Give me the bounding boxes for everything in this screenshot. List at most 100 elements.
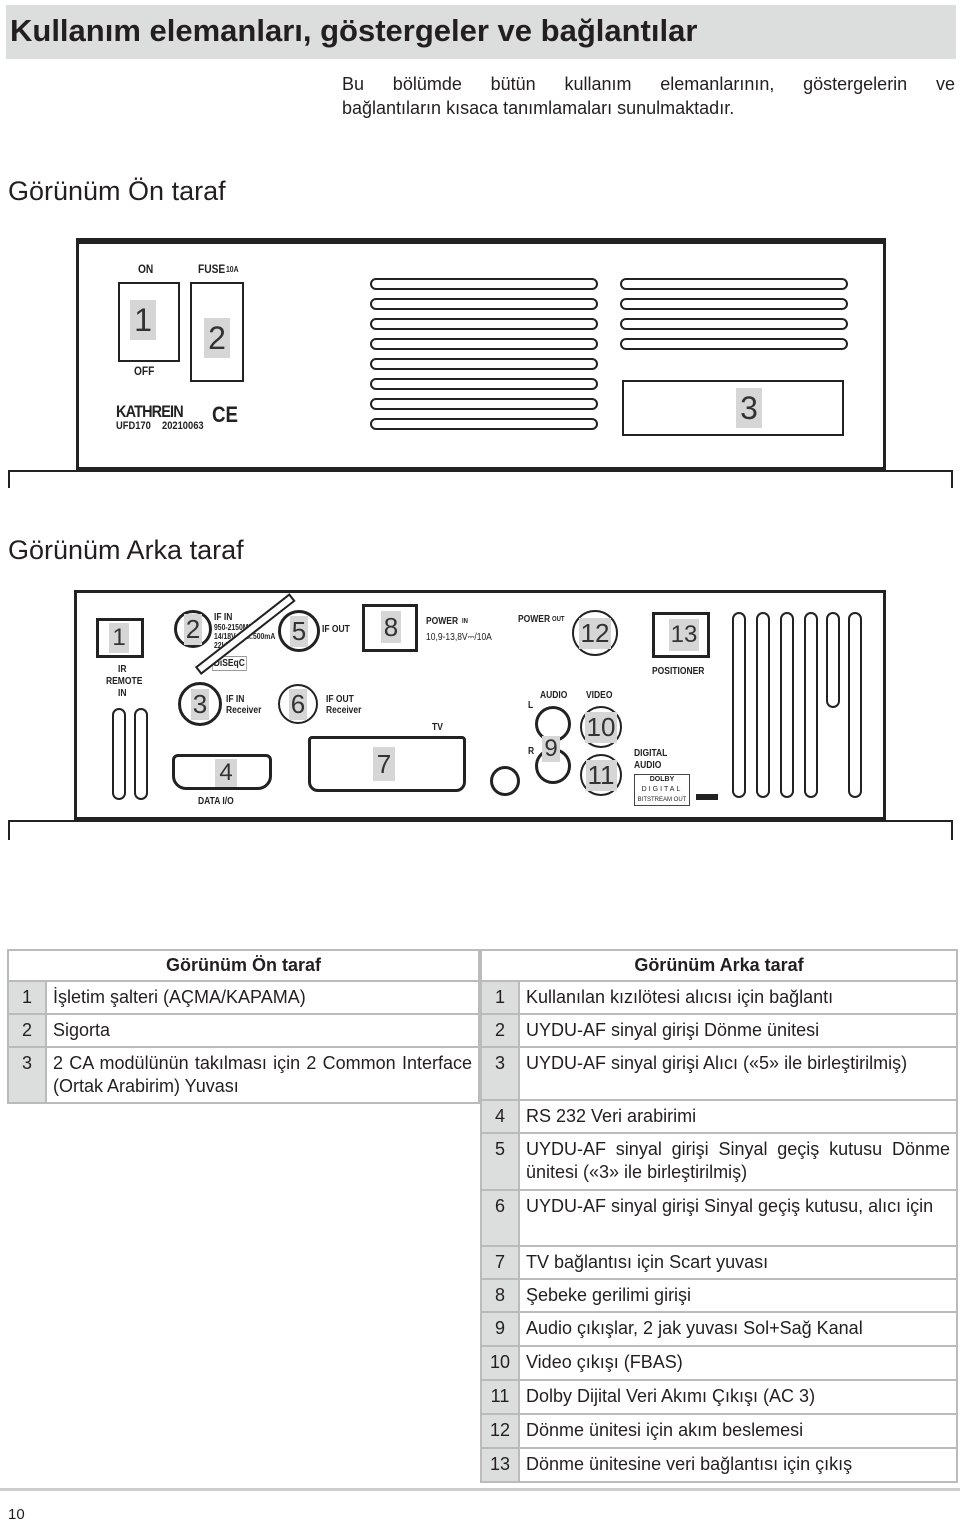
row-text: 2 CA modülünün takılması için 2 Common I… bbox=[45, 1046, 480, 1104]
off-label: OFF bbox=[134, 364, 155, 378]
kathrein-logo: KATHREIN bbox=[116, 402, 184, 421]
row-number: 7 bbox=[480, 1245, 520, 1280]
row-number: 4 bbox=[480, 1099, 520, 1134]
bitstream-text: BITSTREAM OUT bbox=[637, 797, 687, 803]
in-label: IN bbox=[118, 688, 127, 699]
table-row: 2 Sigorta bbox=[7, 1013, 480, 1048]
row-number: 12 bbox=[480, 1413, 520, 1449]
callout-13: 13 bbox=[669, 619, 699, 651]
row-number: 5 bbox=[480, 1132, 520, 1191]
fuse-label: FUSE bbox=[198, 262, 226, 276]
table-row: 3 UYDU-AF sinyal girişi Alıcı («5» ile bi… bbox=[480, 1046, 958, 1101]
table-row: 4 RS 232 Veri arabirimi bbox=[480, 1099, 958, 1134]
row-text: UYDU-AF sinyal girişi Sinyal geçiş kutus… bbox=[518, 1132, 958, 1191]
callout-6: 6 bbox=[288, 688, 308, 720]
digital-text: DIGITAL bbox=[641, 786, 683, 793]
weee-icon bbox=[696, 794, 718, 800]
front-panel-diagram: ON FUSE 10A 1 2 OFF KATHREIN CE UFD170 2… bbox=[8, 238, 953, 493]
callout-9: 9 bbox=[542, 735, 560, 762]
power-out-label: POWER bbox=[518, 614, 551, 625]
row-number: 2 bbox=[480, 1013, 520, 1048]
ir-port: 1 bbox=[96, 618, 144, 658]
table-row: 8 Şebeke gerilimi girişi bbox=[480, 1278, 958, 1313]
table-row: 13 Dönme ünitesine veri bağlantısı için ç… bbox=[480, 1447, 958, 1483]
table-row: 12 Dönme ünitesi için akım beslemesi bbox=[480, 1413, 958, 1449]
page-number: 10 bbox=[8, 1506, 25, 1523]
row-text: Şebeke gerilimi girişi bbox=[518, 1278, 958, 1313]
row-text: RS 232 Veri arabirimi bbox=[518, 1099, 958, 1134]
intro-text: Bu bölümde bütün kullanım elemanlarının,… bbox=[342, 72, 955, 120]
callout-10: 10 bbox=[584, 711, 618, 743]
row-number: 1 bbox=[7, 980, 47, 1015]
positioner-label: POSITIONER bbox=[652, 666, 705, 677]
page-title: Kullanım elemanları, göstergeler ve bağl… bbox=[6, 5, 956, 59]
receiver2-label: Receiver bbox=[326, 705, 362, 716]
if-in-label: IF IN bbox=[214, 612, 233, 623]
front-legend-table: Görünüm Ön taraf 1 İşletim şalteri (AÇMA/… bbox=[7, 949, 480, 1104]
video-label: VIDEO bbox=[586, 690, 613, 701]
ce-mark: CE bbox=[212, 402, 238, 427]
row-text: Dönme ünitesi için akım beslemesi bbox=[518, 1413, 958, 1449]
callout-2: 2 bbox=[204, 318, 230, 358]
front-table-header: Görünüm Ön taraf bbox=[7, 949, 480, 982]
row-number: 1 bbox=[480, 980, 520, 1015]
row-text: UYDU-AF sinyal girişi Sinyal geçiş kutus… bbox=[518, 1189, 958, 1247]
ir-label: IR bbox=[118, 664, 127, 675]
back-table-header: Görünüm Arka taraf bbox=[480, 949, 958, 982]
callout-8: 8 bbox=[381, 611, 401, 643]
power-in-label: POWER bbox=[426, 616, 459, 627]
back-heading: Görünüm Arka taraf bbox=[8, 535, 244, 565]
callout-1: 1 bbox=[130, 300, 156, 340]
row-number: 13 bbox=[480, 1447, 520, 1483]
callout-2: 2 bbox=[183, 613, 203, 645]
row-text: Dolby Dijital Veri Akımı Çıkışı (AC 3) bbox=[518, 1379, 958, 1415]
if-in-receiver-label: IF IN bbox=[226, 694, 245, 705]
fuse-holder: 2 bbox=[190, 282, 244, 382]
back-legend-table: Görünüm Arka taraf 1 Kullanılan kızılötes… bbox=[480, 949, 958, 1483]
model-label: UFD170 bbox=[116, 420, 151, 432]
positioner-port: 13 bbox=[652, 612, 710, 658]
row-text: Audio çıkışlar, 2 jak yuvası Sol+Sağ Kan… bbox=[518, 1311, 958, 1347]
power-switch[interactable]: 1 bbox=[118, 282, 180, 362]
row-number: 2 bbox=[7, 1013, 47, 1048]
l-label: L bbox=[528, 700, 534, 711]
row-number: 9 bbox=[480, 1311, 520, 1347]
row-number: 3 bbox=[480, 1046, 520, 1101]
table-row: 7 TV bağlantısı için Scart yuvası bbox=[480, 1245, 958, 1280]
row-number: 3 bbox=[7, 1046, 47, 1104]
callout-5: 5 bbox=[289, 615, 309, 647]
power-in-sub: IN bbox=[462, 618, 468, 625]
on-label: ON bbox=[138, 262, 154, 276]
if-out-label: IF OUT bbox=[322, 624, 350, 635]
footer-divider bbox=[0, 1488, 960, 1491]
power-in-port: 8 bbox=[362, 604, 418, 652]
power-spec: 10,9-13,8V⎓/10A bbox=[426, 632, 492, 643]
callout-1: 1 bbox=[109, 623, 129, 653]
fuse-rating: 10A bbox=[226, 265, 239, 274]
dolby-logo: DOLBY DIGITAL BITSTREAM OUT bbox=[634, 774, 690, 806]
row-text: UYDU-AF sinyal girişi Alıcı («5» ile bir… bbox=[518, 1046, 958, 1101]
audio-label: AUDIO bbox=[540, 690, 568, 701]
r-label: R bbox=[528, 746, 535, 757]
digital-audio-label: DIGITAL bbox=[634, 748, 668, 759]
table-row: 6 UYDU-AF sinyal girişi Sinyal geçiş kutu… bbox=[480, 1189, 958, 1247]
row-text: Kullanılan kızılötesi alıcısı için bağla… bbox=[518, 980, 958, 1015]
if-out-receiver-label: IF OUT bbox=[326, 694, 354, 705]
row-text: UYDU-AF sinyal girişi Dönme ünitesi bbox=[518, 1013, 958, 1048]
row-text: Sigorta bbox=[45, 1013, 480, 1048]
ci-slot: 3 bbox=[622, 380, 844, 436]
rs232-port: 4 bbox=[172, 754, 272, 790]
table-row: 5 UYDU-AF sinyal girişi Sinyal geçiş kutu… bbox=[480, 1132, 958, 1191]
scart-port: 7 bbox=[308, 736, 466, 792]
remote-label: REMOTE bbox=[106, 676, 143, 687]
tv-label: TV bbox=[432, 722, 443, 733]
digital-audio-label2: AUDIO bbox=[634, 760, 662, 771]
power-out-sub: OUT bbox=[552, 616, 565, 623]
table-row: 10 Video çıkışı (FBAS) bbox=[480, 1345, 958, 1381]
receiver-label: Receiver bbox=[226, 705, 262, 716]
row-number: 8 bbox=[480, 1278, 520, 1313]
table-row: 1 İşletim şalteri (AÇMA/KAPAMA) bbox=[7, 980, 480, 1015]
row-number: 6 bbox=[480, 1189, 520, 1247]
back-panel-diagram: 1 IR REMOTE IN 2 IF IN 950-2150MHz 14/18… bbox=[8, 590, 953, 845]
intro-line-1: Bu bölümde bütün kullanım elemanlarının,… bbox=[342, 74, 955, 94]
